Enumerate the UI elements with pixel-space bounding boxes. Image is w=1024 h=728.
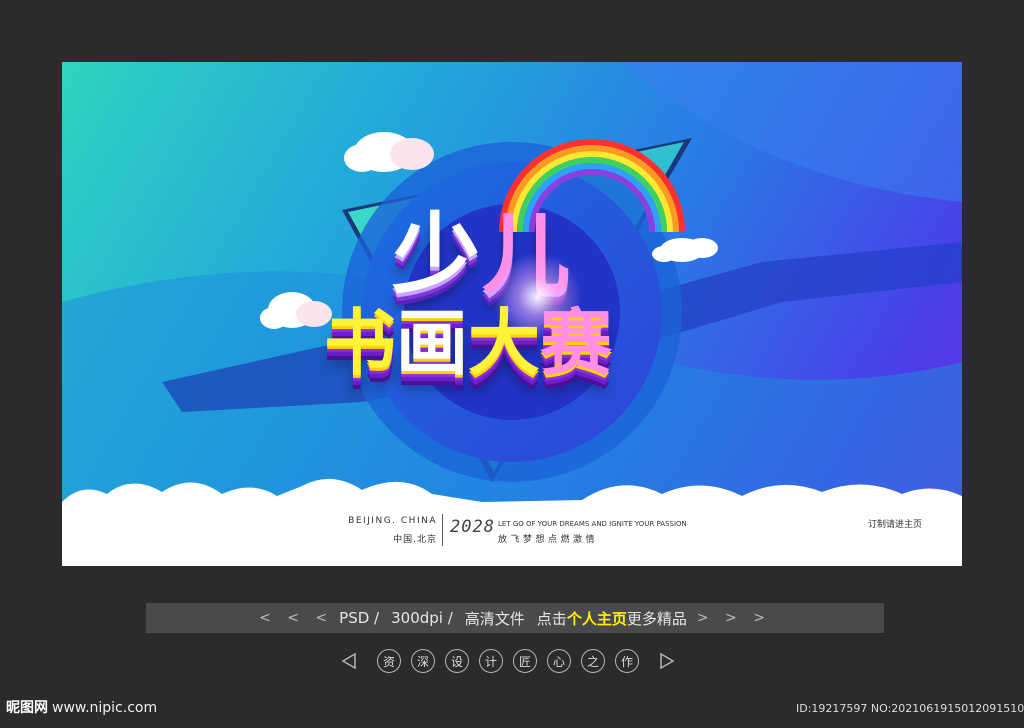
footer-slogan-cn: 放飞梦想点燃激情	[498, 535, 599, 545]
homepage-link[interactable]: 个人主页	[567, 608, 627, 629]
site-logo-text: 昵图网	[6, 700, 48, 716]
tagline-char: 匠	[513, 649, 537, 673]
title-char: 赛	[540, 301, 613, 385]
click-label: 点击	[536, 609, 567, 628]
poster-image: 少儿 书画大赛 BEIJING. CHINA 中国.北京 2028 LET GO…	[62, 62, 962, 566]
poster-title: 少儿 书画大赛	[62, 62, 962, 566]
format-label: PSD /	[339, 609, 380, 627]
triangle-left-icon	[341, 652, 356, 670]
tagline-char: 作	[615, 649, 639, 673]
quality-label: 高清文件	[464, 609, 525, 628]
tagline-char: 计	[479, 649, 503, 673]
right-arrows-icon: > > >	[696, 610, 771, 626]
tagline-char: 深	[411, 649, 435, 673]
site-logo[interactable]: 昵图网 www.nipic.com	[6, 697, 157, 717]
tagline-char: 心	[547, 649, 571, 673]
footer-location: BEIJING. CHINA 中国.北京	[347, 516, 437, 545]
site-url[interactable]: www.nipic.com	[52, 700, 157, 716]
footer-slogan-en: LET GO OF YOUR DREAMS AND IGNITE YOUR PA…	[498, 520, 687, 528]
tagline-row: 资 深 设 计 匠 心 之 作	[340, 648, 676, 674]
title-char: 画	[396, 301, 469, 385]
footer-city: BEIJING. CHINA	[348, 516, 437, 526]
title-char: 大	[468, 301, 541, 385]
title-char: 书	[324, 301, 397, 385]
footer-year: 2028	[450, 517, 495, 537]
dpi-label: 300dpi /	[391, 609, 453, 627]
image-id: ID:19217597 NO:20210619150120915105	[796, 702, 1024, 715]
tagline-char: 之	[581, 649, 605, 673]
tagline-char: 资	[377, 649, 401, 673]
footer-city-cn: 中国.北京	[393, 535, 437, 545]
info-bar: < < < PSD / 300dpi / 高清文件 点击 个人主页 更多精品 >…	[146, 603, 884, 633]
footer-custom-note: 订制请进主页	[868, 520, 923, 530]
title-line-2: 书画大赛	[324, 284, 612, 389]
more-label: 更多精品	[626, 609, 687, 628]
left-arrows-icon: < < <	[259, 610, 334, 626]
footer-divider	[442, 514, 443, 546]
tagline-char: 设	[445, 649, 469, 673]
triangle-right-icon	[660, 652, 675, 670]
